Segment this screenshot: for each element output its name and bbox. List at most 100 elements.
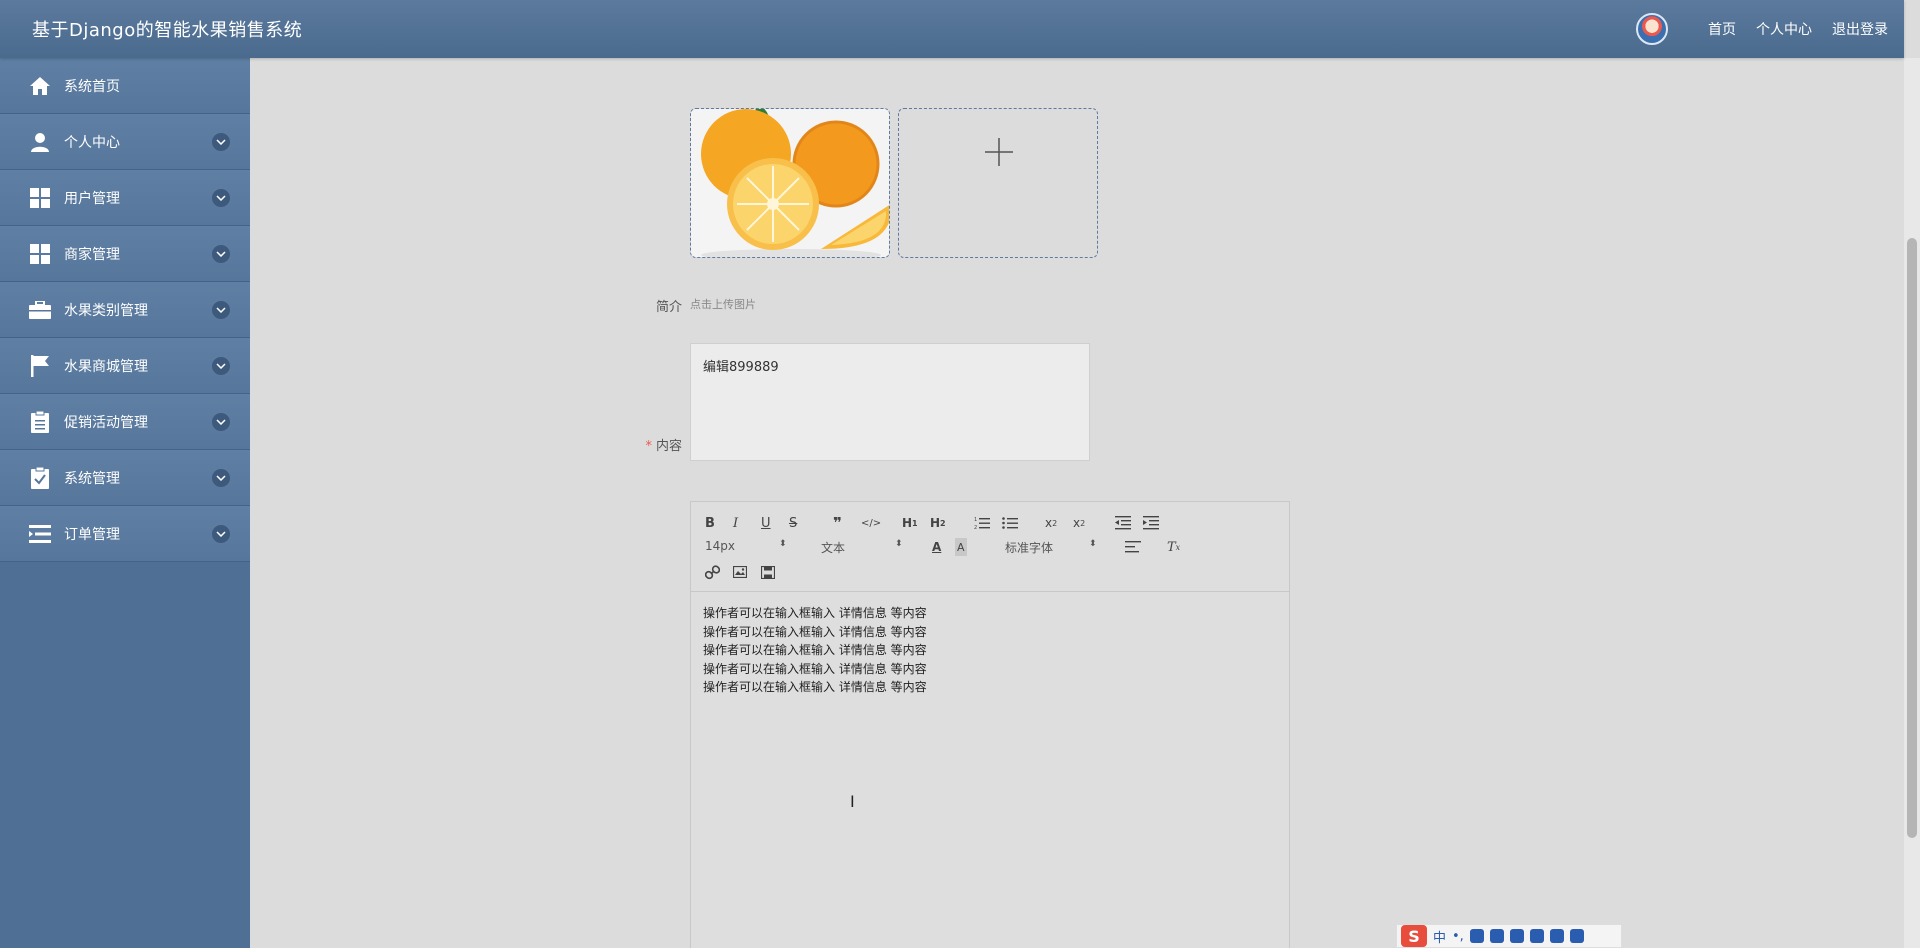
editor-line: 操作者可以在输入框输入 详情信息 等内容 bbox=[703, 643, 927, 657]
home-link[interactable]: 首页 bbox=[1708, 19, 1736, 39]
briefcase-icon bbox=[28, 298, 52, 322]
sidebar-item-merchants[interactable]: 商家管理 bbox=[0, 226, 250, 282]
uploaded-image-card[interactable] bbox=[690, 108, 890, 258]
sidebar: 系统首页 个人中心 用户管理 商家管理 水果类别管理 水果商城管理 促销活动管理… bbox=[0, 58, 250, 948]
heading1-icon[interactable]: H1 bbox=[902, 514, 918, 532]
ime-toolbar[interactable]: S 中 •, bbox=[1396, 924, 1622, 948]
heading2-icon[interactable]: H2 bbox=[930, 514, 946, 532]
flag-icon bbox=[28, 354, 52, 378]
font-family-select[interactable]: 标准字体 ⬍ bbox=[1005, 539, 1097, 556]
editor-line: 操作者可以在输入框输入 详情信息 等内容 bbox=[703, 624, 927, 639]
intro-label: 简介 bbox=[655, 300, 682, 315]
grid-icon bbox=[28, 186, 52, 210]
ime-punctuation-toggle[interactable]: •, bbox=[1452, 929, 1464, 944]
scrollbar-thumb[interactable] bbox=[1907, 238, 1917, 838]
sidebar-item-label: 促销活动管理 bbox=[64, 414, 148, 431]
align-icon[interactable] bbox=[1125, 538, 1141, 556]
clipboard-icon bbox=[28, 410, 52, 434]
chevron-down-icon[interactable] bbox=[212, 525, 230, 543]
select-arrow-icon: ⬍ bbox=[1089, 539, 1097, 549]
avatar[interactable] bbox=[1636, 13, 1668, 45]
sidebar-item-label: 水果商城管理 bbox=[64, 358, 148, 375]
microphone-icon[interactable] bbox=[1469, 929, 1484, 943]
sidebar-item-label: 商家管理 bbox=[64, 246, 120, 263]
required-mark: * bbox=[645, 439, 652, 454]
user-icon bbox=[28, 130, 52, 154]
font-color-icon[interactable]: A bbox=[932, 538, 941, 556]
chevron-down-icon[interactable] bbox=[212, 245, 230, 263]
ordered-list-icon[interactable]: 12 bbox=[974, 514, 990, 532]
profile-link[interactable]: 个人中心 bbox=[1756, 19, 1812, 39]
content-label-text: 内容 bbox=[655, 439, 682, 454]
editor-line: 操作者可以在输入框输入 详情信息 等内容 bbox=[703, 661, 927, 676]
subscript-icon[interactable]: x2 bbox=[1045, 514, 1057, 532]
sidebar-item-home[interactable]: 系统首页 bbox=[0, 58, 250, 114]
font-size-value: 14px bbox=[705, 539, 735, 553]
chevron-down-icon[interactable] bbox=[212, 357, 230, 375]
add-image-button[interactable] bbox=[898, 108, 1098, 258]
outdent-icon[interactable] bbox=[1115, 514, 1131, 532]
strikethrough-icon[interactable]: S bbox=[789, 514, 797, 532]
toolbox-icon[interactable] bbox=[1549, 929, 1564, 943]
underline-icon[interactable]: U bbox=[761, 514, 771, 532]
header-select[interactable]: 文本 ⬍ bbox=[821, 539, 903, 556]
superscript-icon[interactable]: x2 bbox=[1073, 514, 1085, 532]
chevron-down-icon[interactable] bbox=[212, 301, 230, 319]
page-scrollbar[interactable] bbox=[1904, 58, 1920, 948]
clipboard-check-icon bbox=[28, 466, 52, 490]
code-block-icon[interactable]: </> bbox=[861, 514, 881, 532]
robot-icon[interactable] bbox=[1529, 929, 1544, 943]
content-label: * 内容 bbox=[602, 435, 682, 454]
font-size-select[interactable]: 14px ⬍ bbox=[705, 539, 787, 553]
clear-format-icon[interactable]: Tx bbox=[1167, 538, 1180, 556]
editor-line: 操作者可以在输入框输入 详情信息 等内容 bbox=[703, 680, 927, 694]
sidebar-item-system[interactable]: 系统管理 bbox=[0, 450, 250, 506]
ime-mode-toggle[interactable]: 中 bbox=[1433, 927, 1446, 946]
settings-icon[interactable] bbox=[1569, 929, 1584, 943]
sidebar-item-orders[interactable]: 订单管理 bbox=[0, 506, 250, 562]
sidebar-item-label: 系统管理 bbox=[64, 470, 120, 487]
app-title: 基于Django的智能水果销售系统 bbox=[32, 20, 303, 41]
sidebar-item-fruit-mall[interactable]: 水果商城管理 bbox=[0, 338, 250, 394]
sidebar-item-profile[interactable]: 个人中心 bbox=[0, 114, 250, 170]
editor-line: 操作者可以在输入框输入 详情信息 等内容 bbox=[703, 606, 927, 620]
text-cursor-icon: I bbox=[850, 792, 855, 811]
sidebar-item-label: 系统首页 bbox=[64, 78, 120, 95]
intro-textarea[interactable]: 编辑899889 bbox=[690, 343, 1090, 461]
sidebar-item-users[interactable]: 用户管理 bbox=[0, 170, 250, 226]
chevron-down-icon[interactable] bbox=[212, 413, 230, 431]
indent-icon[interactable] bbox=[1143, 514, 1159, 532]
home-icon bbox=[28, 74, 52, 98]
sidebar-item-label: 个人中心 bbox=[64, 134, 120, 151]
select-arrow-icon: ⬍ bbox=[895, 539, 903, 549]
sogou-logo-icon[interactable]: S bbox=[1401, 925, 1427, 947]
font-family-value: 标准字体 bbox=[1005, 541, 1054, 555]
sidebar-item-promotion[interactable]: 促销活动管理 bbox=[0, 394, 250, 450]
svg-text:2: 2 bbox=[974, 525, 977, 530]
bullet-list-icon[interactable] bbox=[1002, 514, 1018, 532]
skin-icon[interactable] bbox=[1509, 929, 1524, 943]
chevron-down-icon[interactable] bbox=[212, 133, 230, 151]
sidebar-item-label: 订单管理 bbox=[64, 526, 120, 543]
blockquote-icon[interactable]: ❞ bbox=[833, 514, 842, 532]
bold-icon[interactable]: B bbox=[705, 514, 715, 532]
logout-link[interactable]: 退出登录 bbox=[1832, 19, 1888, 39]
background-color-icon[interactable]: A bbox=[955, 538, 967, 556]
editor-content[interactable]: 操作者可以在输入框输入 详情信息 等内容 操作者可以在输入框输入 详情信息 等内… bbox=[691, 592, 1289, 709]
keyboard-icon[interactable] bbox=[1489, 929, 1504, 943]
chevron-down-icon[interactable] bbox=[212, 469, 230, 487]
sidebar-item-label: 用户管理 bbox=[64, 190, 120, 207]
image-icon[interactable] bbox=[733, 563, 747, 581]
video-icon[interactable] bbox=[761, 563, 775, 581]
link-icon[interactable] bbox=[705, 563, 720, 581]
top-right-nav: 首页 个人中心 退出登录 bbox=[1636, 13, 1888, 45]
rich-text-editor: B I U S ❞ </> H1 H2 12 x2 x2 14px⬍ 文本⬍ bbox=[690, 501, 1290, 948]
plus-icon bbox=[985, 138, 1013, 166]
main-content: 点击上传图片 简介 编辑899889 * 内容 B I U S ❞ </> H1 … bbox=[250, 58, 1904, 948]
chevron-down-icon[interactable] bbox=[212, 189, 230, 207]
upload-hint: 点击上传图片 bbox=[690, 298, 756, 311]
sidebar-item-fruit-category[interactable]: 水果类别管理 bbox=[0, 282, 250, 338]
editor-toolbar: B I U S ❞ </> H1 H2 12 x2 x2 14px⬍ 文本⬍ bbox=[691, 502, 1289, 592]
italic-icon[interactable]: I bbox=[733, 514, 738, 532]
svg-text:1: 1 bbox=[974, 517, 977, 523]
